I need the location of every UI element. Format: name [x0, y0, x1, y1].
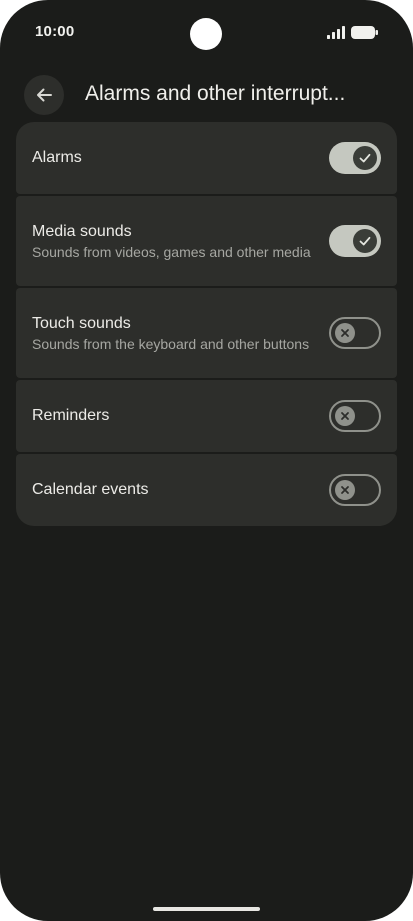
- reminders-toggle[interactable]: [329, 400, 381, 432]
- camera-cutout: [190, 18, 222, 50]
- setting-text: Calendar events: [32, 480, 317, 500]
- close-icon: [341, 412, 349, 420]
- switch-thumb: [353, 229, 377, 253]
- setting-touch-sounds[interactable]: Touch sounds Sounds from the keyboard an…: [16, 288, 397, 378]
- status-time: 10:00: [35, 23, 75, 40]
- setting-title: Alarms: [32, 149, 82, 166]
- settings-list: Alarms Media sounds Sounds from videos, …: [16, 122, 397, 526]
- app-bar: Alarms and other interrupt...: [0, 66, 413, 122]
- media-sounds-toggle[interactable]: [329, 225, 381, 257]
- close-icon: [341, 486, 349, 494]
- setting-summary: Sounds from videos, games and other medi…: [32, 243, 311, 260]
- setting-title: Media sounds: [32, 222, 132, 240]
- touch-sounds-toggle[interactable]: [329, 317, 381, 349]
- back-button[interactable]: [24, 75, 64, 115]
- setting-reminders[interactable]: Reminders: [16, 380, 397, 452]
- status-bar: 10:00: [0, 0, 413, 66]
- alarms-toggle[interactable]: [329, 142, 381, 174]
- switch-thumb: [335, 323, 355, 343]
- check-icon: [359, 153, 371, 163]
- switch-thumb: [335, 406, 355, 426]
- setting-title: Reminders: [32, 407, 110, 424]
- switch-thumb: [353, 146, 377, 170]
- setting-calendar-events[interactable]: Calendar events: [16, 454, 397, 526]
- close-icon: [341, 329, 349, 337]
- setting-alarms[interactable]: Alarms: [16, 122, 397, 194]
- calendar-events-toggle[interactable]: [329, 474, 381, 506]
- setting-text: Media sounds Sounds from videos, games a…: [32, 222, 317, 261]
- battery-icon: [351, 26, 378, 39]
- check-icon: [359, 236, 371, 246]
- page-title: Alarms and other interrupt...: [85, 82, 346, 105]
- setting-summary: Sounds from the keyboard and other butto…: [32, 335, 310, 352]
- setting-text: Touch sounds Sounds from the keyboard an…: [32, 314, 317, 353]
- arrow-back-icon: [37, 88, 52, 102]
- setting-title: Calendar events: [32, 481, 149, 498]
- signal-icon: [327, 26, 345, 39]
- home-indicator[interactable]: [153, 907, 260, 911]
- setting-text: Reminders: [32, 406, 317, 426]
- setting-text: Alarms: [32, 148, 317, 168]
- switch-thumb: [335, 480, 355, 500]
- setting-media-sounds[interactable]: Media sounds Sounds from videos, games a…: [16, 196, 397, 286]
- phone-screen: 10:00 Alarms and other interrupt... Alar…: [0, 0, 413, 921]
- setting-title: Touch sounds: [32, 314, 131, 332]
